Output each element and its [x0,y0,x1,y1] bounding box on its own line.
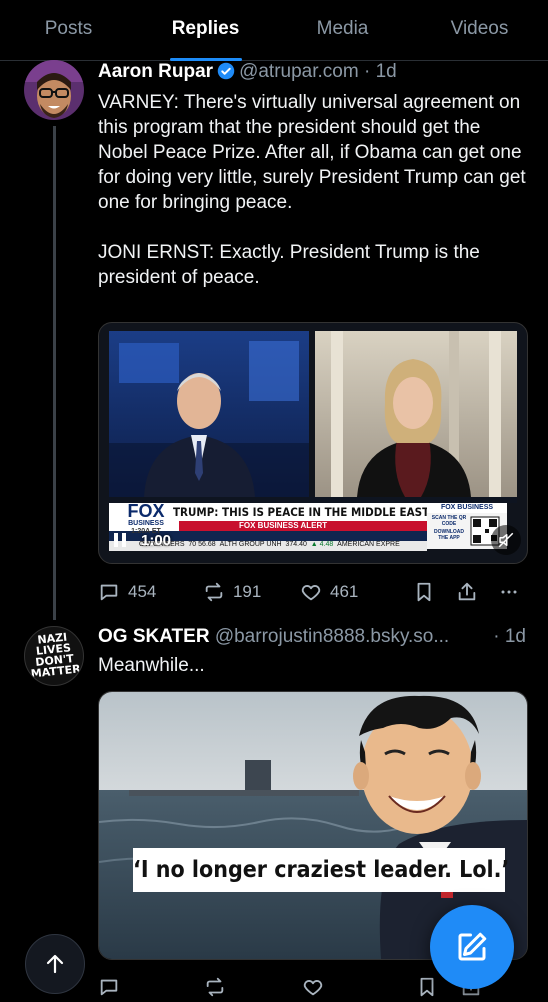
avatar[interactable] [24,60,84,120]
profile-tabs: Posts Replies Media Videos [0,0,548,61]
bookmark-icon [417,582,431,602]
bookmark-button[interactable] [413,581,457,603]
corner-logo: FOX BUSINESS [440,504,494,511]
verified-badge-icon [217,62,235,80]
repost-button[interactable]: 191 [203,581,300,603]
post-time: 1d [504,626,526,647]
scroll-to-top-button[interactable] [25,934,85,994]
reply-icon [100,584,118,601]
separator-dot: · [363,61,371,82]
pause-icon [114,533,126,547]
post-text: Meanwhile... [98,655,205,676]
mute-button[interactable] [491,525,521,555]
more-options-button[interactable] [500,581,526,603]
heart-icon [301,585,321,601]
bookmark-icon [420,977,434,997]
muted-speaker-icon [498,532,514,548]
video-player[interactable]: FOX BUSINESS 1:20A ET TRUMP: THIS IS PEA… [98,322,528,564]
compose-pencil-icon [458,932,487,961]
image-caption: ‘I no longer craziest leader. Lol.’ [133,857,510,883]
arrow-up-icon [46,954,64,974]
tab-media[interactable]: Media [274,0,411,60]
reply-count: 454 [128,582,157,601]
avatar[interactable]: NAZI LIVES DON'T MATTER [24,626,84,686]
like-count: 461 [329,582,359,601]
repost-button[interactable] [204,976,302,998]
share-icon [459,582,476,601]
share-button[interactable] [456,581,500,603]
compose-post-button[interactable] [430,905,514,989]
post-actions: 454 191 461 [98,577,526,607]
post-header: OG SKATER @barrojustin8888.bsky.so... · … [98,625,526,649]
repost-count: 191 [232,582,262,601]
heart-icon [303,980,323,996]
thread-line [53,126,56,620]
author-handle[interactable]: @atrupar.com [239,61,359,82]
more-dots-icon [501,590,517,594]
pause-button[interactable] [109,529,131,551]
ticker: OW GAINERS 70 56.68 ALTH GROUP UNH 374.4… [139,541,400,548]
post-header: Aaron Rupar @atrupar.com · 1d [98,60,526,84]
chyron-headline: TRUMP: THIS IS PEACE IN THE MIDDLE EAST [173,505,427,519]
qr-label: SCAN THE QR CODE DOWNLOAD THE APP [431,515,467,541]
post-time: 1d [375,61,397,82]
post-aaron-rupar[interactable]: Aaron Rupar @atrupar.com · 1d VARNEY: The… [0,60,548,620]
reply-button[interactable]: 454 [98,581,203,603]
tab-replies[interactable]: Replies [137,0,274,61]
post-text: VARNEY: There's virtually universal agre… [98,92,526,288]
breaking-alert: FOX BUSINESS ALERT [239,521,328,530]
tab-videos[interactable]: Videos [411,0,548,60]
avatar-text: NAZI LIVES DON'T MATTER [30,630,82,681]
author-name[interactable]: OG SKATER [98,626,210,647]
video-controls: 1:00 [109,525,171,555]
repost-icon [205,582,223,602]
like-button[interactable]: 461 [300,581,413,603]
like-button[interactable] [302,976,416,998]
tab-posts[interactable]: Posts [0,0,137,60]
author-name[interactable]: Aaron Rupar [98,61,213,82]
reply-button[interactable] [98,976,204,998]
author-handle[interactable]: @barrojustin8888.bsky.so... [215,626,449,647]
repost-icon [206,977,224,997]
reply-icon [100,979,118,996]
separator-dot: · [493,626,500,647]
video-duration: 1:00 [141,531,172,549]
